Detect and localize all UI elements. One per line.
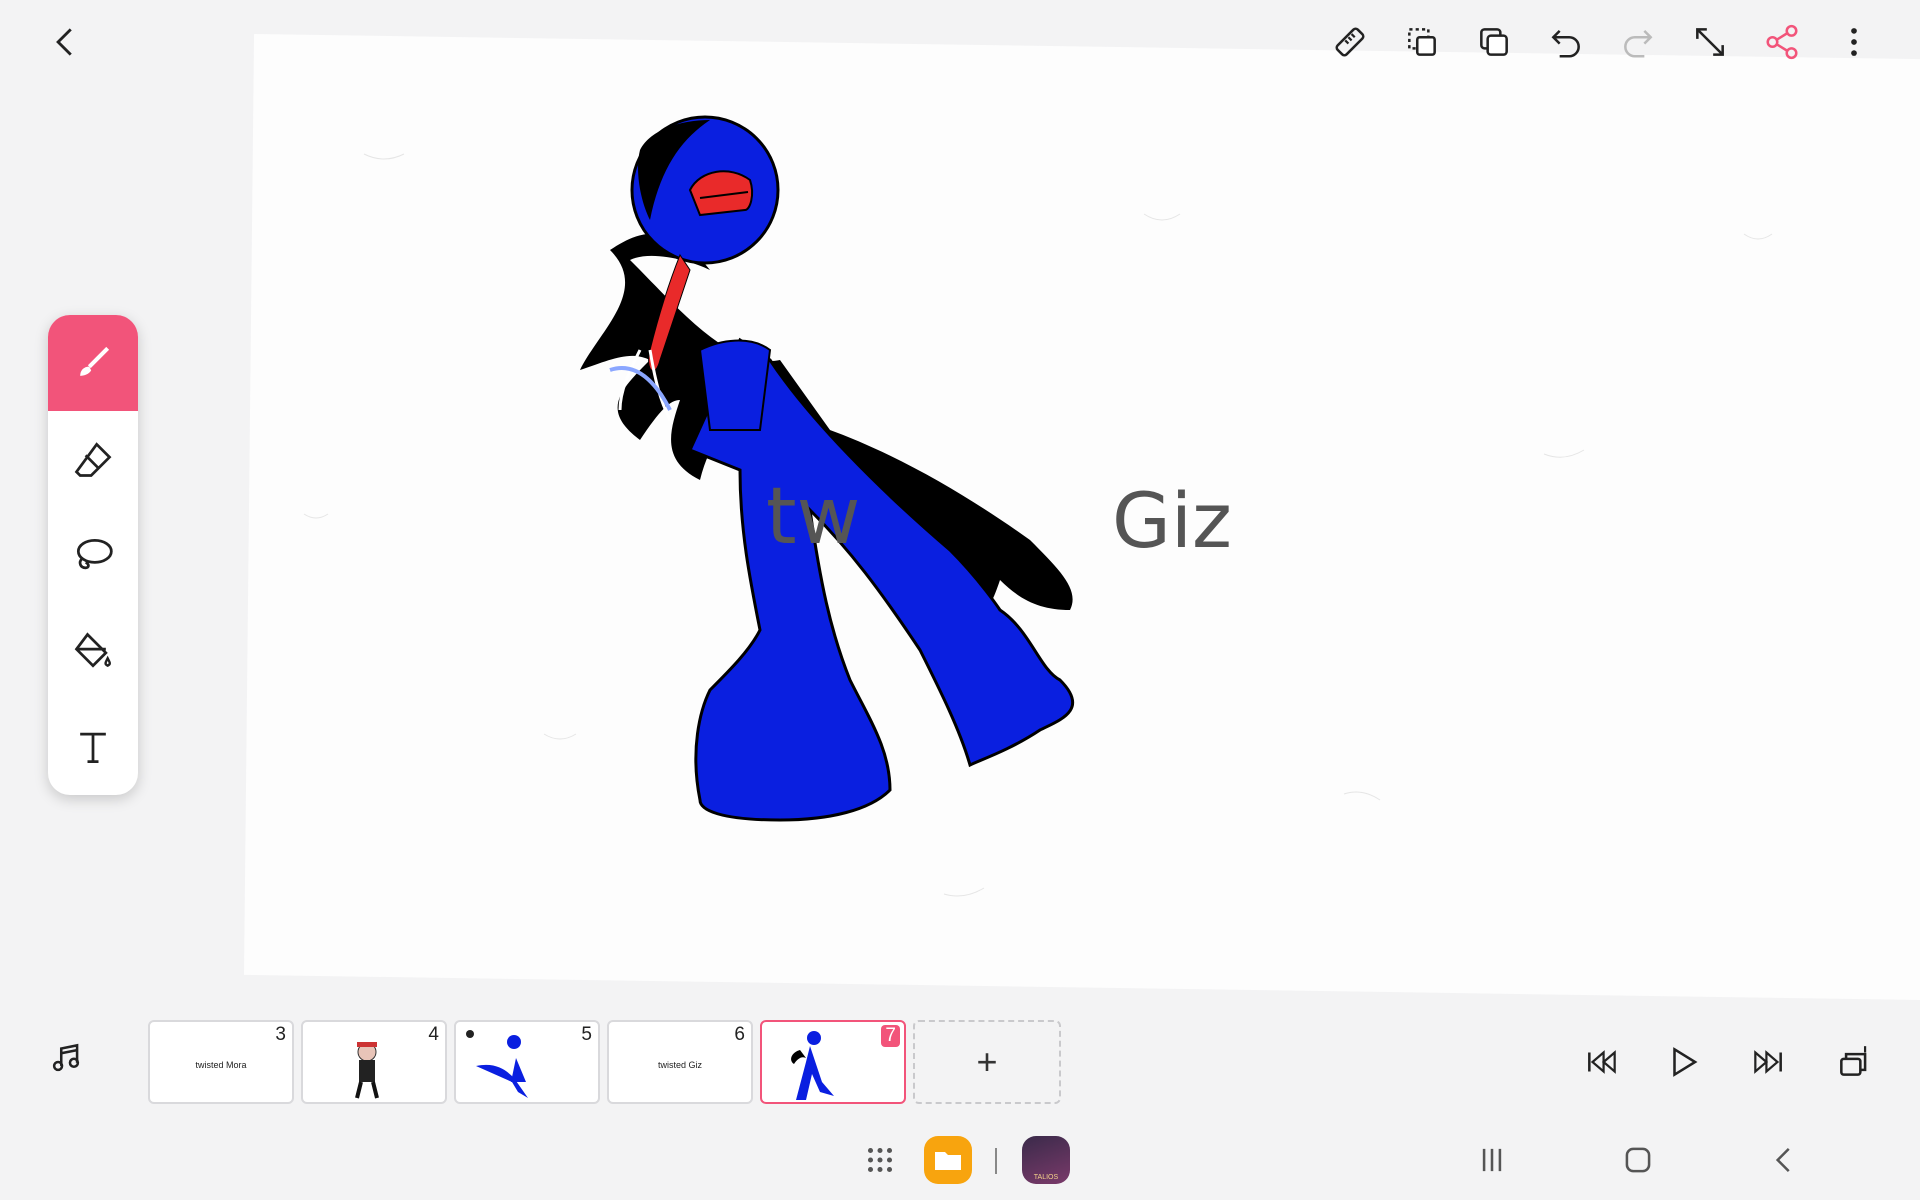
frame-thumbnail-4[interactable]: 4 xyxy=(301,1020,447,1104)
skip-to-start-icon xyxy=(1588,1050,1616,1074)
duplicate-frame-icon xyxy=(1408,28,1436,56)
resize-button[interactable] xyxy=(1682,14,1738,70)
frame-number: 6 xyxy=(734,1024,745,1045)
lasso-icon xyxy=(76,538,113,570)
redo-icon xyxy=(1624,30,1653,58)
frame-number: 3 xyxy=(275,1024,286,1045)
more-icon xyxy=(1851,28,1857,56)
music-button[interactable] xyxy=(38,1030,94,1086)
back-button[interactable] xyxy=(38,14,94,70)
my-files-icon xyxy=(935,1152,961,1170)
text-tool[interactable] xyxy=(48,699,138,795)
resize-icon xyxy=(1696,28,1724,56)
brush-icon xyxy=(80,346,110,376)
lasso-tool[interactable] xyxy=(48,507,138,603)
skip-to-end-button[interactable] xyxy=(1740,1034,1796,1090)
text-icon xyxy=(80,732,106,764)
app-drawer-button[interactable] xyxy=(852,1132,908,1188)
share-button[interactable] xyxy=(1754,14,1810,70)
ruler-icon xyxy=(1335,27,1365,57)
frame-caption: twisted Mora xyxy=(195,1060,247,1070)
recents-button[interactable] xyxy=(1464,1132,1520,1188)
undo-button[interactable] xyxy=(1538,14,1594,70)
redo-button[interactable] xyxy=(1610,14,1666,70)
skip-to-end-icon xyxy=(1754,1050,1782,1074)
fill-tool[interactable] xyxy=(48,603,138,699)
ruler-button[interactable] xyxy=(1322,14,1378,70)
game-app[interactable]: TALIOS xyxy=(1022,1136,1070,1184)
home-button[interactable] xyxy=(1610,1132,1666,1188)
frame-preview xyxy=(791,1031,834,1100)
system-nav-bar: TALIOS xyxy=(0,1120,1920,1200)
add-frame-button[interactable]: + xyxy=(913,1020,1061,1104)
app-drawer-icon xyxy=(867,1147,893,1173)
skip-to-start-button[interactable] xyxy=(1574,1034,1630,1090)
frame-caption: twisted Giz xyxy=(657,1060,702,1070)
eraser-icon xyxy=(74,442,112,477)
eraser-tool[interactable] xyxy=(48,411,138,507)
back-icon xyxy=(56,28,72,56)
recents-icon xyxy=(1482,1148,1502,1172)
duplicate-frame-button[interactable] xyxy=(1394,14,1450,70)
my-files-app[interactable] xyxy=(924,1136,972,1184)
copy-icon xyxy=(1480,28,1508,56)
watermark-right: Giz xyxy=(1112,476,1232,565)
back-nav-icon xyxy=(1775,1148,1790,1172)
music-icon xyxy=(52,1043,80,1072)
onion-skin-button[interactable] xyxy=(1826,1034,1882,1090)
home-icon xyxy=(1625,1147,1651,1173)
back-nav-button[interactable] xyxy=(1756,1132,1812,1188)
onion-skin-icon xyxy=(1840,1046,1867,1076)
share-icon xyxy=(1766,24,1798,60)
more-button[interactable] xyxy=(1826,14,1882,70)
play-icon xyxy=(1673,1047,1698,1077)
copy-button[interactable] xyxy=(1466,14,1522,70)
tool-panel xyxy=(48,315,138,795)
frame-preview xyxy=(466,1030,528,1098)
frame-preview xyxy=(355,1042,379,1099)
timeline-bar: 3 twisted Mora 4 5 6 twisted Giz 7 + xyxy=(0,1010,1920,1120)
frame-thumbnail-6[interactable]: 6 twisted Giz xyxy=(607,1020,753,1104)
game-app-label: TALIOS xyxy=(1033,1174,1059,1181)
dock-divider xyxy=(995,1148,997,1174)
undo-icon xyxy=(1551,30,1580,58)
frame-thumbnail-3[interactable]: 3 twisted Mora xyxy=(148,1020,294,1104)
frame-thumbnail-5[interactable]: 5 xyxy=(454,1020,600,1104)
paint-bucket-icon xyxy=(74,632,111,668)
frame-thumbnail-7[interactable]: 7 xyxy=(760,1020,906,1104)
canvas-area[interactable]: tw Giz xyxy=(0,0,1920,1010)
watermark-left: tw xyxy=(766,472,861,562)
brush-tool[interactable] xyxy=(48,315,138,411)
play-button[interactable] xyxy=(1656,1034,1712,1090)
